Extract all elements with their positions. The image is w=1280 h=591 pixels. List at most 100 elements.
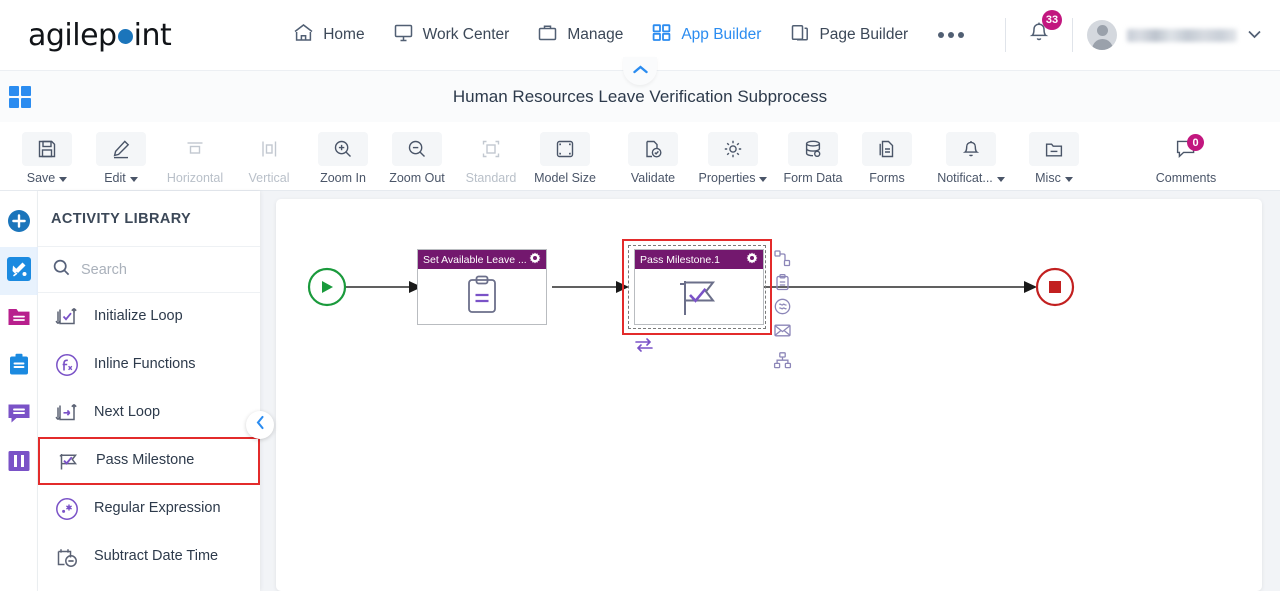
swap-arrows-icon[interactable] [634,337,654,358]
activity-node-set-available-leave[interactable]: Set Available Leave ... [417,249,547,325]
forms-button[interactable]: Forms [850,130,924,185]
rail-item-swimlane[interactable] [0,439,38,487]
properties-label-wrap: Properties [699,171,768,185]
briefcase-icon [537,23,558,47]
properties-label: Properties [698,171,756,185]
comments-badge: 0 [1187,134,1204,151]
activity-item-inline-functions[interactable]: Inline Functions [38,341,260,389]
nav-item-app-builder[interactable]: App Builder [637,17,775,53]
node-title: Pass Milestone.1 [640,253,720,266]
activity-item-next-loop[interactable]: Next Loop [38,389,260,437]
nav-item-home[interactable]: Home [279,17,378,53]
chevron-down-icon [996,176,1005,182]
agilepoint-logo[interactable]: agilep int [28,17,172,53]
process-canvas[interactable]: Set Available Leave ... Pass Milestone.1 [276,199,1262,591]
inline-functions-icon [52,350,82,380]
rail-item-add[interactable] [0,199,38,247]
pass-milestone-icon [54,446,84,476]
subprocess-icon[interactable] [773,351,792,370]
nav-item-page-builder[interactable]: Page Builder [775,17,922,53]
nav-right-group: 33 [991,0,1262,70]
notifications-toolbar-button[interactable]: Notificat... [924,130,1018,185]
save-button[interactable]: Save [10,130,84,185]
nav-item-work-center[interactable]: Work Center [379,17,524,53]
logo-dot [117,28,133,44]
rail-item-comments[interactable] [0,391,38,439]
zoom-in-button[interactable]: Zoom In [306,130,380,185]
activity-search-row[interactable] [38,247,260,293]
notifications-toolbar-label-wrap: Notificat... [937,171,1005,185]
gear-icon[interactable] [529,251,541,269]
subtract-date-time-icon [52,542,82,572]
align-vertical-label: Vertical [248,171,290,185]
notifications-button[interactable]: 33 [1020,9,1062,57]
activity-label: Initialize Loop [94,308,183,325]
comments-label: Comments [1155,171,1217,185]
nav-label-page-builder: Page Builder [819,26,909,43]
activity-item-subtract-date-time[interactable]: Subtract Date Time [38,533,260,581]
activity-label: Pass Milestone [96,452,195,469]
nav-label-work-center: Work Center [422,26,510,43]
model-size-button[interactable]: Model Size [528,130,602,185]
pencil-icon [96,132,146,166]
bell-icon [946,132,996,166]
validate-button[interactable]: Validate [616,130,690,185]
align-vertical-button: Vertical [232,130,306,185]
chevron-down-icon [59,176,68,182]
logo-text-part2: int [133,17,172,53]
search-input[interactable] [81,261,231,278]
nav-divider [1005,18,1006,52]
message-icon[interactable] [773,321,792,340]
left-icon-rail [0,191,38,591]
event-icon[interactable] [773,297,792,316]
activity-library-title: ACTIVITY LIBRARY [38,191,260,247]
activity-item-regular-expression[interactable]: Regular Expression [38,485,260,533]
zoom-out-button[interactable]: Zoom Out [380,130,454,185]
notifications-toolbar-label: Notificat... [937,171,993,185]
edit-button[interactable]: Edit [84,130,158,185]
activity-item-pass-milestone[interactable]: Pass Milestone [38,437,260,485]
pages-icon [789,23,810,47]
page-title: Human Resources Leave Verification Subpr… [452,86,828,106]
username-label [1127,28,1237,42]
node-body [635,269,763,325]
zoom-out-label-wrap: Zoom Out [389,171,445,185]
rail-item-folder[interactable] [0,295,38,343]
nav-more-button[interactable] [922,22,980,48]
task-icon[interactable] [773,273,792,292]
connector-icon[interactable] [773,249,792,268]
activity-node-pass-milestone-1[interactable]: Pass Milestone.1 [634,249,764,325]
comments-button[interactable]: 0 Comments [1140,130,1232,185]
misc-button[interactable]: Misc [1018,130,1090,185]
form-data-button[interactable]: Form Data [776,130,850,185]
database-icon [788,132,838,166]
gear-icon [708,132,758,166]
activity-item-initialize-loop[interactable]: Initialize Loop [38,293,260,341]
activity-label: Inline Functions [94,356,196,373]
main-nav-items: Home Work Center Manage App Builder Page… [279,17,980,53]
canvas-wrapper: Set Available Leave ... Pass Milestone.1 [260,191,1280,591]
nav-item-manage[interactable]: Manage [523,17,637,53]
initialize-loop-icon [52,302,82,332]
zoom-out-icon [392,132,442,166]
folder-icon [6,304,32,335]
chevron-down-icon [759,176,768,182]
gear-icon[interactable] [746,251,758,269]
search-icon [52,258,71,282]
user-menu[interactable] [1087,20,1262,50]
edit-label-wrap: Edit [104,171,138,185]
align-vertical-icon [244,132,294,166]
panel-collapse-button[interactable] [246,411,274,439]
header-collapse-button[interactable] [623,57,657,85]
rail-item-clipboard[interactable] [0,343,38,391]
clipboard-icon [6,352,32,383]
forms-label: Forms [869,171,905,185]
align-horizontal-button: Horizontal [158,130,232,185]
swimlane-icon [6,448,32,479]
chevron-down-icon [1064,176,1073,182]
comment-icon: 0 [1161,132,1211,166]
validate-icon [628,132,678,166]
node-title: Set Available Leave ... [423,253,527,266]
properties-button[interactable]: Properties [690,130,776,185]
rail-item-activities[interactable] [0,247,38,295]
